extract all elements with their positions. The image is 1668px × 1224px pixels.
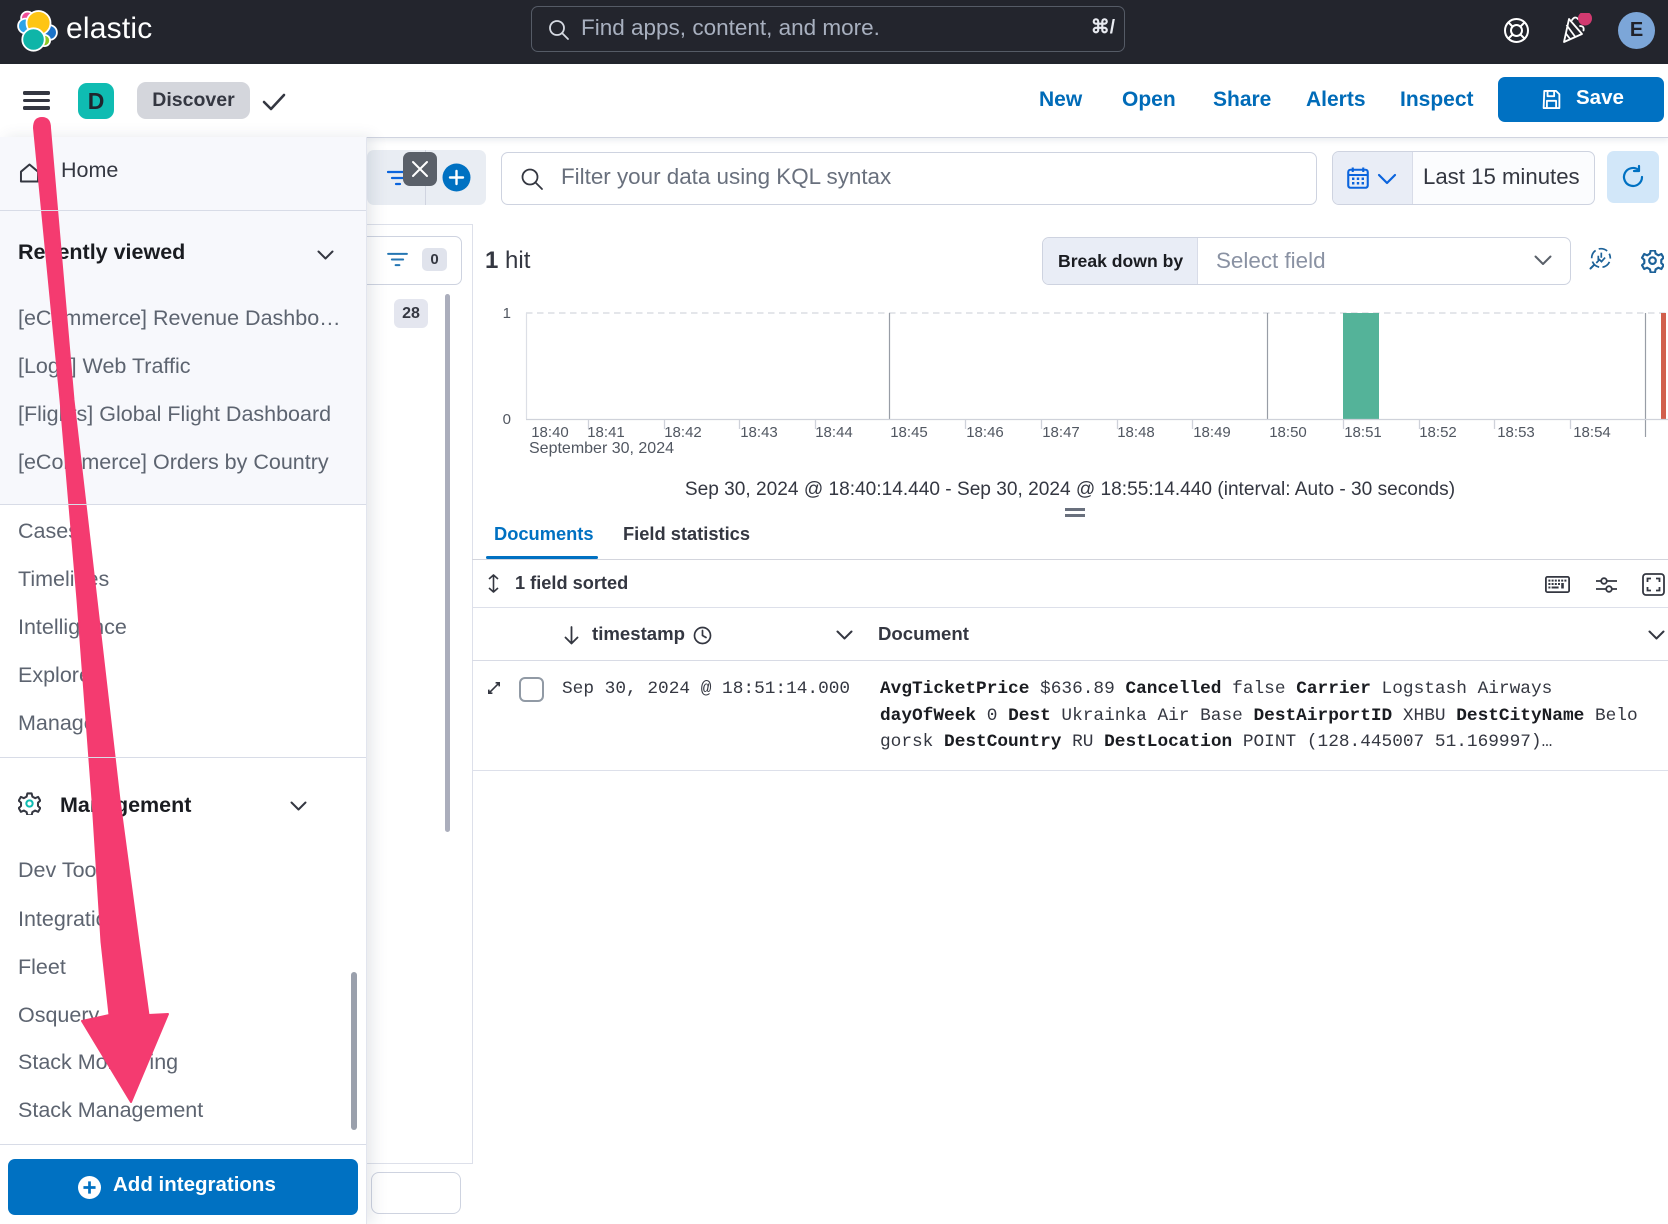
svg-text:18:42: 18:42: [664, 424, 702, 441]
svg-text:18:46: 18:46: [966, 424, 1004, 441]
svg-text:18:50: 18:50: [1269, 424, 1307, 441]
svg-text:18:41: 18:41: [587, 424, 625, 441]
svg-text:18:49: 18:49: [1193, 424, 1231, 441]
svg-text:0: 0: [503, 411, 511, 428]
svg-text:18:53: 18:53: [1497, 424, 1535, 441]
svg-text:18:45: 18:45: [890, 424, 928, 441]
svg-text:18:52: 18:52: [1419, 424, 1457, 441]
svg-text:September 30, 2024: September 30, 2024: [529, 440, 674, 457]
svg-text:18:48: 18:48: [1117, 424, 1155, 441]
svg-text:18:51: 18:51: [1344, 424, 1382, 441]
svg-text:18:43: 18:43: [740, 424, 778, 441]
svg-text:18:54: 18:54: [1573, 424, 1611, 441]
svg-text:18:47: 18:47: [1042, 424, 1080, 441]
svg-text:18:40: 18:40: [531, 424, 569, 441]
svg-text:18:44: 18:44: [815, 424, 853, 441]
svg-text:1: 1: [503, 305, 511, 322]
